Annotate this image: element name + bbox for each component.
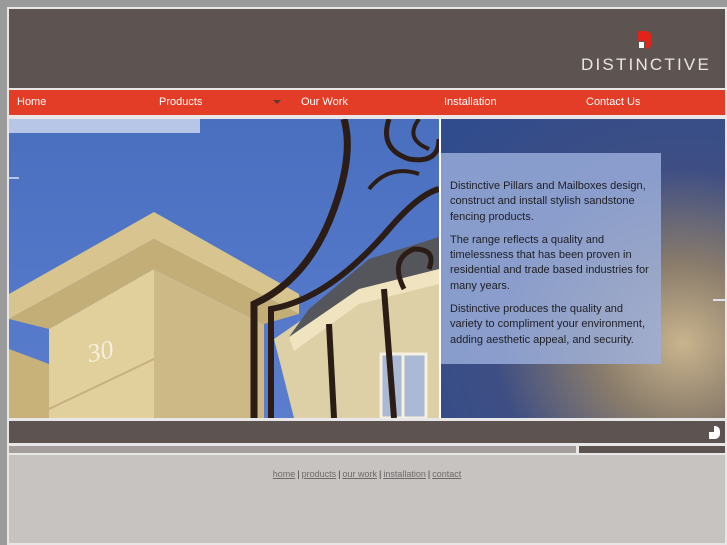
- logo-mark-icon: [638, 31, 652, 49]
- footer-band: [9, 421, 725, 443]
- divider-strip-dark: [579, 446, 725, 453]
- site-header: DISTINCTIVE: [9, 9, 725, 88]
- intro-paragraph: The range reflects a quality and timeles…: [450, 233, 649, 292]
- nav-item-home[interactable]: Home: [9, 90, 151, 115]
- pillar-gate-illustration: 30: [9, 119, 439, 418]
- hero-tab-strip: [9, 119, 200, 133]
- nav-item-products[interactable]: Products: [151, 90, 293, 115]
- footer-links: home | products | our work | installation | cont…: [9, 469, 725, 479]
- footer-link-our-work[interactable]: our work: [342, 469, 377, 479]
- hero-section: 30 Distinctive Pillars and Mailboxes des…: [9, 119, 725, 418]
- footer-link-installation[interactable]: installation: [383, 469, 426, 479]
- hero-photo-pillar: 30: [9, 119, 439, 418]
- brand-logo[interactable]: DISTINCTIVE: [581, 31, 711, 79]
- nav-label: Our Work: [301, 96, 348, 108]
- nav-label: Contact Us: [586, 96, 641, 108]
- intro-paragraph: Distinctive Pillars and Mailboxes design…: [450, 180, 646, 223]
- divider-strip-light: [9, 446, 576, 453]
- intro-paragraph: Distinctive produces the quality and var…: [450, 303, 646, 346]
- brand-name: DISTINCTIVE: [581, 55, 711, 74]
- hero-photo-blurred: Distinctive Pillars and Mailboxes design…: [441, 119, 725, 418]
- hero-tick-mark: [9, 177, 19, 179]
- nav-label: Installation: [444, 96, 497, 108]
- hero-tick-mark: [713, 299, 725, 301]
- intro-text-box: Distinctive Pillars and Mailboxes design…: [441, 153, 661, 364]
- main-nav: Home Products Our Work Installation Cont…: [9, 90, 725, 115]
- nav-label: Products: [159, 96, 203, 108]
- footer-link-contact[interactable]: contact: [432, 469, 461, 479]
- site-footer: home | products | our work | installation | cont…: [9, 455, 725, 543]
- footer-link-home[interactable]: home: [273, 469, 296, 479]
- nav-item-our-work[interactable]: Our Work: [293, 90, 436, 115]
- nav-item-installation[interactable]: Installation: [436, 90, 578, 115]
- building-left: [9, 349, 49, 418]
- nav-item-contact-us[interactable]: Contact Us: [578, 90, 725, 115]
- nav-label: Home: [17, 96, 47, 108]
- dropdown-caret-icon[interactable]: [273, 100, 281, 104]
- logo-mark-small-icon: [709, 426, 720, 439]
- footer-link-products[interactable]: products: [302, 469, 337, 479]
